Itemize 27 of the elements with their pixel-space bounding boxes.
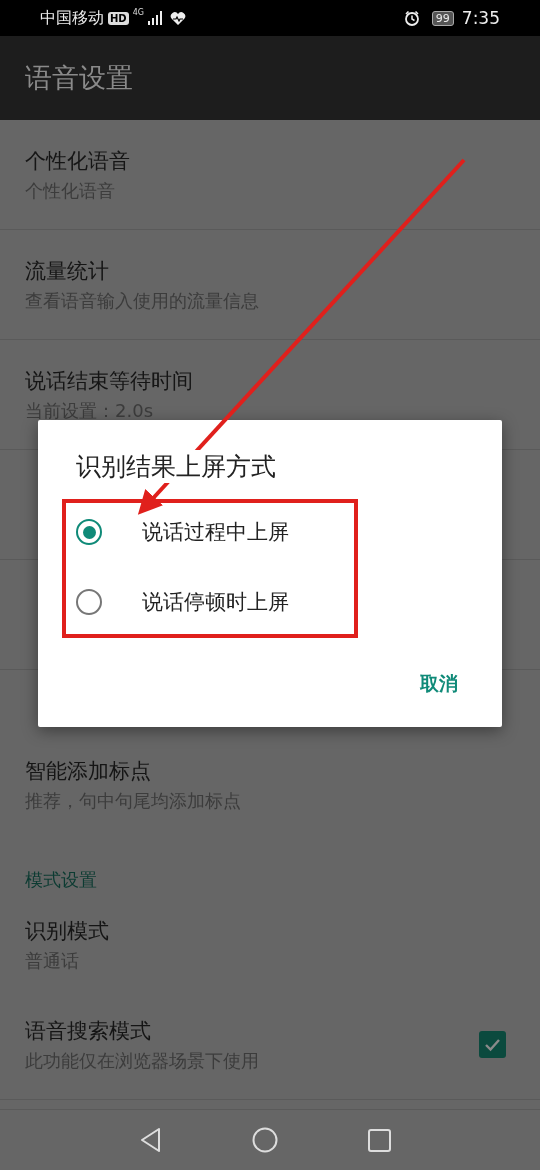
cancel-button[interactable]: 取消 xyxy=(412,667,466,701)
battery-level: 99 xyxy=(431,10,454,26)
screen-title: 语音设置 xyxy=(25,61,133,95)
back-icon[interactable] xyxy=(139,1127,162,1153)
radio-button[interactable] xyxy=(76,519,102,545)
hd-badge: HD xyxy=(108,11,129,25)
radio-button[interactable] xyxy=(76,589,102,615)
option-label[interactable]: 说话停顿时上屏 xyxy=(142,588,289,616)
clock-time: 7:35 xyxy=(461,8,500,28)
check-icon xyxy=(484,1037,501,1052)
setting-title[interactable]: 智能添加标点 xyxy=(25,757,515,785)
section-header: 模式设置 xyxy=(24,868,98,892)
home-icon[interactable] xyxy=(252,1127,278,1153)
setting-title[interactable]: 识别模式 xyxy=(25,917,515,945)
option-label[interactable]: 说话过程中上屏 xyxy=(142,518,289,546)
heart-icon xyxy=(169,10,186,26)
recent-apps-icon[interactable] xyxy=(368,1128,391,1152)
setting-title[interactable]: 语音搜索模式 xyxy=(25,1016,479,1045)
carrier-name: 中国移动 xyxy=(40,7,104,29)
checkbox[interactable] xyxy=(479,1031,506,1058)
dialog-title: 识别结果上屏方式 xyxy=(74,450,278,483)
setting-title[interactable]: 流量统计 xyxy=(25,256,515,285)
network-label: 4G xyxy=(132,8,144,17)
signal-icon xyxy=(147,11,162,25)
alarm-icon xyxy=(403,10,420,26)
setting-title[interactable]: 个性化语音 xyxy=(25,146,515,175)
setting-title[interactable]: 说话结束等待时间 xyxy=(25,366,515,395)
